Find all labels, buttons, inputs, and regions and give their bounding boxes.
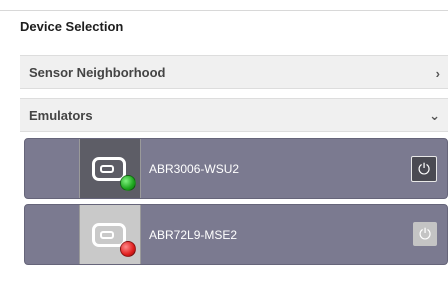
power-icon: ⏻ xyxy=(418,160,430,178)
status-offline-indicator xyxy=(120,241,136,257)
device-icon xyxy=(79,139,141,198)
device-icon xyxy=(79,205,141,264)
power-button[interactable]: ⏻ xyxy=(413,222,437,246)
top-divider xyxy=(0,10,448,11)
accordion-sensor-neighborhood[interactable]: Sensor Neighborhood › xyxy=(20,55,448,89)
device-row[interactable]: ABR3006-WSU2 ⏻ xyxy=(24,138,448,199)
device-name: ABR3006-WSU2 xyxy=(149,161,240,176)
status-online-indicator xyxy=(120,175,136,191)
accordion-label: Emulators xyxy=(29,107,93,123)
chevron-down-icon: ⌄ xyxy=(429,108,440,123)
device-row[interactable]: ABR72L9-MSE2 ⏻ xyxy=(24,204,448,265)
accordion-label: Sensor Neighborhood xyxy=(29,64,166,80)
accordion-emulators[interactable]: Emulators ⌄ xyxy=(20,98,448,132)
device-name: ABR72L9-MSE2 xyxy=(149,227,238,242)
power-button[interactable]: ⏻ xyxy=(411,156,437,182)
power-icon: ⏻ xyxy=(419,225,431,243)
panel-title: Device Selection xyxy=(20,19,124,34)
chevron-right-icon: › xyxy=(435,65,440,81)
